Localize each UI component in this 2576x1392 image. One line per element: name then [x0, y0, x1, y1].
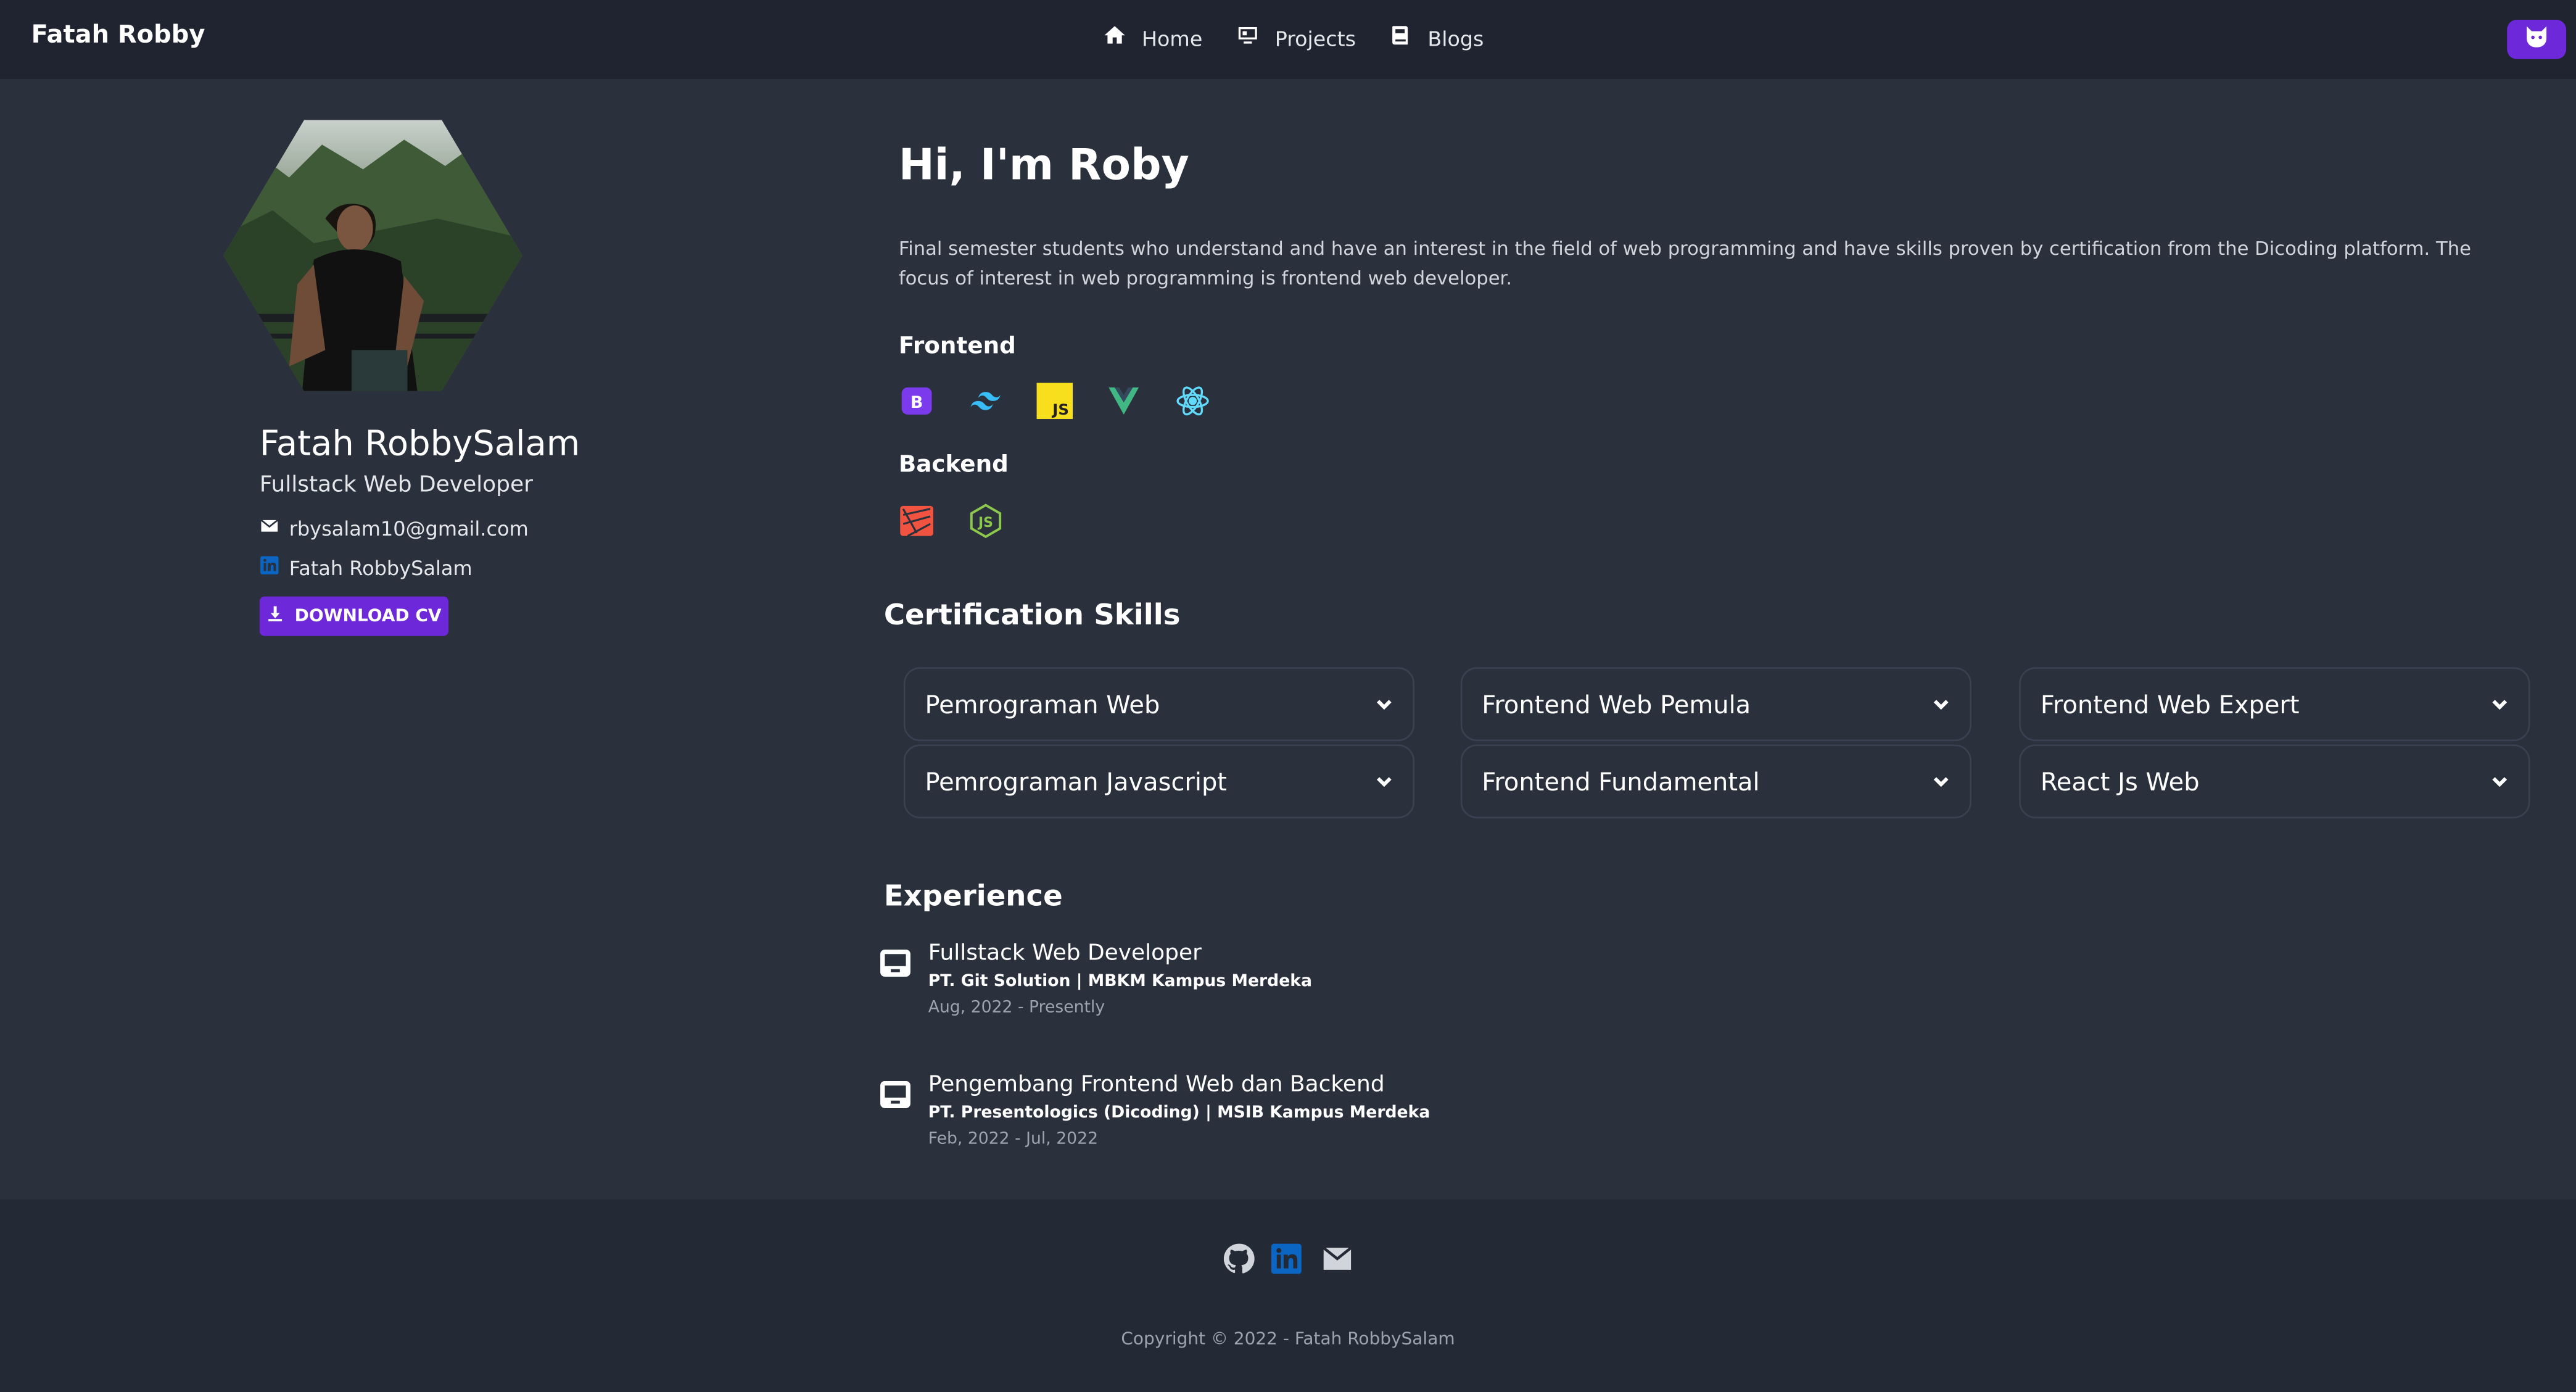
profile-name: Fatah RobbySalam	[259, 424, 580, 464]
experience-date: Aug, 2022 - Presently	[928, 999, 1105, 1017]
cert-label: Frontend Fundamental	[1482, 766, 1760, 797]
nav-blogs[interactable]: Blogs	[1388, 23, 1484, 52]
javascript-icon: JS	[1036, 383, 1073, 420]
mail-icon[interactable]	[1321, 1242, 1353, 1275]
frontend-heading: Frontend	[898, 333, 1016, 360]
vue-icon	[1105, 383, 1142, 420]
download-icon	[266, 605, 284, 628]
projects-icon	[1236, 23, 1260, 52]
monitor-icon	[877, 1078, 914, 1114]
hero-title: Hi, I'm Roby	[898, 141, 1189, 191]
react-icon	[1174, 383, 1211, 420]
monitor-icon	[877, 947, 914, 983]
cert-pemrograman-web[interactable]: Pemrograman Web	[903, 667, 1415, 742]
linkedin-icon[interactable]	[1270, 1242, 1303, 1275]
certifications-heading: Certification Skills	[883, 600, 1181, 633]
download-cv-button[interactable]: DOWNLOAD CV	[259, 596, 449, 636]
cert-label: Pemrograman Web	[925, 689, 1160, 719]
cert-frontend-web-expert[interactable]: Frontend Web Expert	[2019, 667, 2530, 742]
cert-react-js-web[interactable]: React Js Web	[2019, 744, 2530, 819]
cert-pemrograman-javascript[interactable]: Pemrograman Javascript	[903, 744, 1415, 819]
cert-frontend-web-pemula[interactable]: Frontend Web Pemula	[1460, 667, 1971, 742]
theme-toggle-button[interactable]	[2507, 19, 2567, 59]
experience-heading: Experience	[883, 880, 1063, 914]
experience-company: PT. Git Solution | MBKM Kampus Merdeka	[928, 972, 1313, 991]
experience-date: Feb, 2022 - Jul, 2022	[928, 1130, 1099, 1149]
nav-blogs-label: Blogs	[1427, 25, 1484, 51]
brand-logo[interactable]: Fatah Robby	[31, 20, 205, 49]
profile-role: Fullstack Web Developer	[259, 471, 533, 498]
svg-text:JS: JS	[977, 515, 993, 531]
footer	[0, 1199, 2576, 1392]
cert-label: Frontend Web Pemula	[1482, 689, 1751, 719]
linkedin-contact[interactable]: Fatah RobbySalam	[260, 555, 473, 580]
chevron-down-icon	[2491, 766, 2509, 797]
chevron-down-icon	[1932, 689, 1950, 720]
nodejs-icon: JS	[968, 503, 1004, 539]
cat-icon	[2522, 22, 2551, 58]
laravel-icon	[899, 503, 935, 539]
home-icon	[1102, 23, 1127, 52]
chevron-down-icon	[1375, 766, 1393, 797]
github-icon[interactable]	[1222, 1242, 1255, 1275]
email-contact[interactable]: rbysalam10@gmail.com	[260, 516, 529, 541]
mail-icon	[260, 516, 279, 541]
nav-projects-label: Projects	[1274, 25, 1356, 51]
cert-label: React Js Web	[2040, 766, 2200, 797]
download-cv-label: DOWNLOAD CV	[294, 606, 442, 626]
chevron-down-icon	[2491, 689, 2509, 720]
svg-text:B: B	[910, 393, 923, 412]
hero-description: Final semester students who understand a…	[898, 236, 2471, 289]
copyright-text: Copyright © 2022 - Fatah RobbySalam	[1121, 1329, 1455, 1349]
tailwind-icon	[968, 383, 1004, 420]
experience-title: Pengembang Frontend Web dan Backend	[928, 1071, 1385, 1098]
avatar	[223, 120, 522, 391]
chevron-down-icon	[1375, 689, 1393, 720]
cert-label: Frontend Web Expert	[2040, 689, 2300, 719]
backend-heading: Backend	[898, 452, 1009, 479]
linkedin-text: Fatah RobbySalam	[289, 556, 473, 579]
linkedin-icon	[260, 555, 279, 580]
svg-text:JS: JS	[1051, 400, 1069, 418]
email-text: rbysalam10@gmail.com	[289, 516, 529, 540]
bootstrap-icon: B	[899, 383, 935, 420]
nav-projects[interactable]: Projects	[1236, 23, 1356, 52]
nav-home[interactable]: Home	[1102, 23, 1202, 52]
blogs-icon	[1388, 23, 1413, 52]
cert-frontend-fundamental[interactable]: Frontend Fundamental	[1460, 744, 1971, 819]
chevron-down-icon	[1932, 766, 1950, 797]
nav-home-label: Home	[1141, 25, 1203, 51]
experience-title: Fullstack Web Developer	[928, 940, 1202, 967]
cert-label: Pemrograman Javascript	[925, 766, 1227, 797]
experience-company: PT. Presentologics (Dicoding) | MSIB Kam…	[928, 1104, 1430, 1123]
